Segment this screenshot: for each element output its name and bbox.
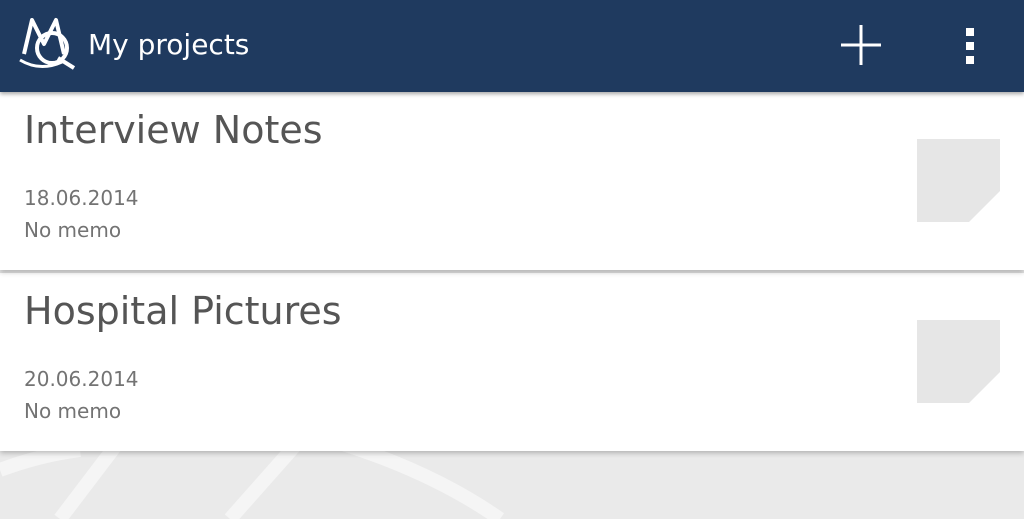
project-card[interactable]: Hospital Pictures 20.06.2014 No memo [0,273,1024,451]
app-bar: My projects [0,0,1024,92]
note-placeholder-icon [917,320,1000,403]
project-date: 18.06.2014 [24,186,139,210]
project-memo: No memo [24,399,122,423]
plus-icon [841,25,881,65]
project-title: Interview Notes [24,108,323,152]
overflow-menu-button[interactable] [956,24,986,68]
add-project-button[interactable] [838,22,884,68]
project-date: 20.06.2014 [24,367,139,391]
project-memo: No memo [24,218,122,242]
page-title: My projects [88,28,250,61]
project-title: Hospital Pictures [24,289,342,333]
note-placeholder-icon [917,139,1000,222]
project-card[interactable]: Interview Notes 18.06.2014 No memo [0,92,1024,270]
overflow-menu-icon [966,28,974,64]
mq-logo-icon [18,14,80,72]
